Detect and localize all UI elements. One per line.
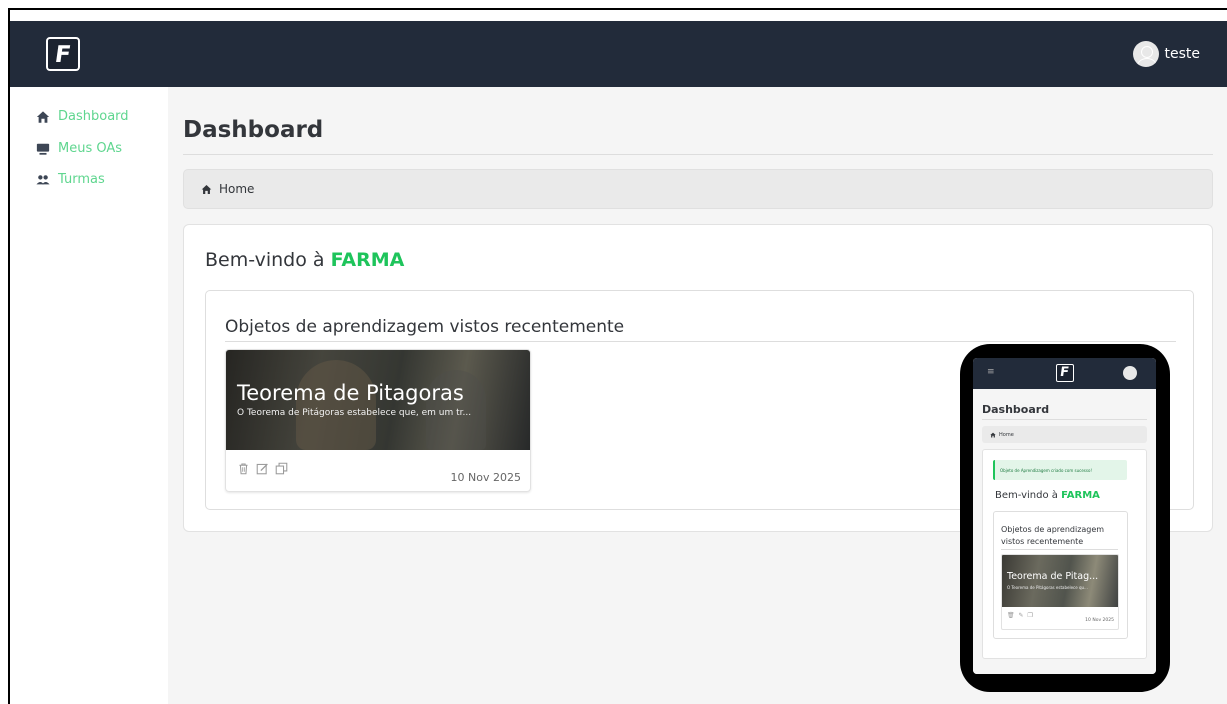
mobile-recent-objects-panel: Objetos de aprendizagem vistos recenteme… (993, 511, 1128, 639)
page-title: Dashboard (183, 117, 324, 143)
copy-icon[interactable] (275, 462, 288, 475)
sidebar-item-label: Meus OAs (58, 141, 123, 156)
mobile-learning-object-cover-image[interactable]: Teorema de Pitag... O Teorema de Pitágor… (1002, 555, 1118, 607)
farma-logo[interactable]: F (46, 37, 80, 71)
mobile-mockup: ≡ F Dashboard Home Objeto de Aprendizage… (960, 344, 1170, 692)
welcome-heading: Bem-vindo à FARMA (205, 249, 404, 271)
user-menu[interactable]: teste (1132, 41, 1201, 67)
users-icon (36, 174, 50, 184)
user-avatar-icon[interactable] (1132, 41, 1159, 67)
mobile-learning-object-date: 10 Nov 2025 (1085, 618, 1114, 623)
learning-object-date: 10 Nov 2025 (450, 471, 521, 484)
mobile-learning-object-card[interactable]: Teorema de Pitag... O Teorema de Pitágor… (1001, 554, 1119, 630)
mobile-breadcrumb-home[interactable]: Home (999, 432, 1014, 438)
welcome-prefix: Bem-vindo à (205, 249, 331, 271)
breadcrumb: Home (183, 169, 1213, 209)
sidebar-item-turmas[interactable]: Turmas (36, 172, 105, 187)
mobile-content: Dashboard Home Objeto de Aprendizagem cr… (973, 389, 1156, 674)
trash-icon[interactable] (237, 462, 250, 475)
mobile-learning-object-title[interactable]: Teorema de Pitag... (1007, 571, 1098, 582)
success-alert: Objeto de Aprendizagem criado com sucess… (993, 460, 1127, 480)
edit-icon[interactable] (256, 462, 269, 475)
mobile-breadcrumb: Home (982, 426, 1147, 443)
sidebar-item-meus-oas[interactable]: Meus OAs (36, 141, 122, 156)
brand-name: FARMA (330, 249, 405, 271)
title-divider (183, 154, 1213, 155)
home-icon (201, 184, 212, 194)
sidebar-item-label: Dashboard (58, 109, 129, 124)
mobile-avatar-icon[interactable] (1123, 366, 1137, 380)
mobile-action-icons[interactable]: 🗑 ✎ ❐ (1007, 612, 1034, 619)
hamburger-menu-icon[interactable]: ≡ (987, 367, 995, 377)
learning-object-card[interactable]: Teorema de Pitagoras O Teorema de Pitágo… (225, 349, 531, 492)
mobile-brand-name: FARMA (1061, 490, 1100, 501)
learning-object-actions (237, 462, 288, 475)
mobile-page-title: Dashboard (982, 403, 1050, 416)
learning-object-cover-image[interactable]: Teorema de Pitagoras O Teorema de Pitágo… (226, 350, 530, 450)
mobile-recent-objects-title: Objetos de aprendizagem vistos recenteme… (1001, 525, 1105, 546)
sidebar-item-label: Turmas (58, 172, 105, 187)
mobile-welcome-heading: Bem-vindo à FARMA (995, 490, 1100, 501)
sidebar: Dashboard Meus OAs Turmas (10, 87, 168, 704)
recent-objects-title: Objetos de aprendizagem vistos recenteme… (225, 317, 625, 337)
mobile-welcome-prefix: Bem-vindo à (995, 490, 1062, 501)
learning-object-title[interactable]: Teorema de Pitagoras (237, 381, 464, 405)
sidebar-item-dashboard[interactable]: Dashboard (36, 109, 129, 124)
mobile-logo-letter: F (1058, 365, 1070, 380)
mobile-logo[interactable]: F (1056, 364, 1074, 382)
mobile-recent-divider (1001, 549, 1118, 550)
breadcrumb-home[interactable]: Home (219, 182, 254, 196)
home-icon (36, 110, 50, 123)
browser-frame: F teste Dashboard Meus OAs Turmas Dashbo… (8, 8, 1227, 704)
top-navbar: F teste (10, 21, 1227, 87)
mobile-welcome-card: Objeto de Aprendizagem criado com sucess… (982, 449, 1147, 659)
mobile-screen: ≡ F Dashboard Home Objeto de Aprendizage… (973, 358, 1156, 674)
mobile-learning-object-description: O Teorema de Pitágoras estabelece qu... (1007, 585, 1088, 590)
monitor-icon (36, 143, 50, 155)
recent-divider (225, 341, 1176, 342)
learning-object-description: O Teorema de Pitágoras estabelece que, e… (237, 408, 472, 418)
logo-letter: F (53, 42, 73, 68)
user-name[interactable]: teste (1165, 46, 1201, 62)
mobile-navbar: ≡ F (973, 358, 1156, 389)
mobile-title-divider (982, 419, 1147, 420)
home-icon (990, 432, 996, 437)
